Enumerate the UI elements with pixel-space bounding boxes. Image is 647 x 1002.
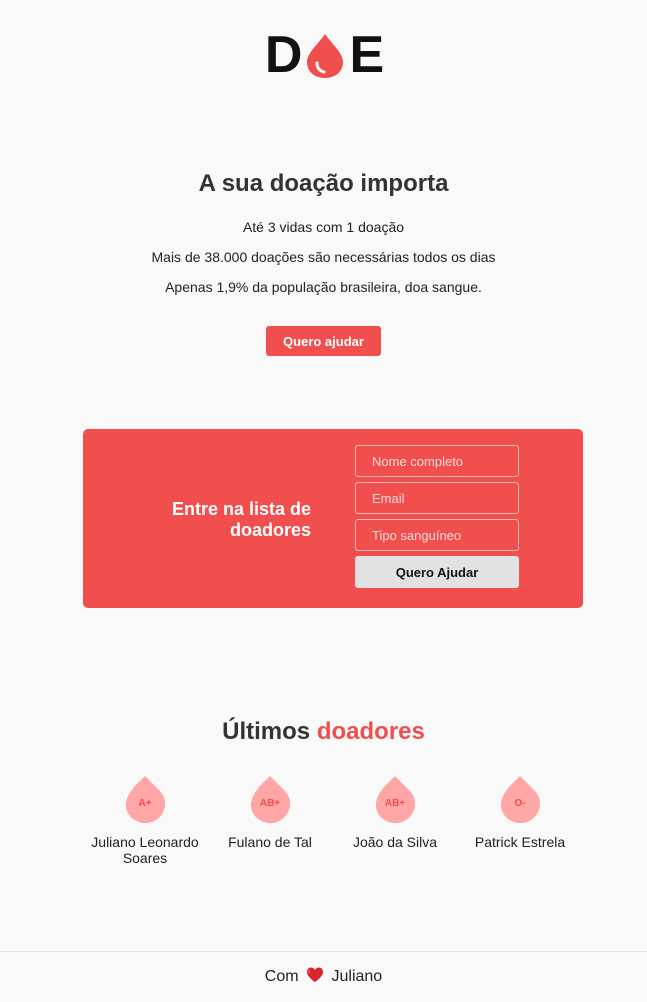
donor-name: João da Silva	[352, 834, 438, 850]
donor-signup-panel: Entre na lista de doadores Quero Ajudar	[83, 429, 583, 608]
logo[interactable]: D E	[264, 26, 384, 84]
logo-letter-d: D	[264, 26, 303, 84]
signup-title: Entre na lista de doadores	[171, 499, 311, 540]
donor-blood-type: AB+	[384, 798, 406, 809]
name-field[interactable]	[355, 445, 519, 477]
donors-section-title: Últimos doadores	[0, 718, 647, 746]
hero-title: A sua doação importa	[198, 170, 449, 197]
email-field[interactable]	[355, 482, 519, 514]
submit-donor-button[interactable]: Quero Ajudar	[355, 556, 519, 588]
blood-drop-icon: O-	[500, 776, 541, 824]
donor-card: O- Patrick Estrela	[460, 776, 580, 850]
donors-title-plain: Últimos	[222, 717, 311, 745]
footer-prefix: Com	[264, 968, 299, 985]
signup-form: Quero Ajudar	[355, 445, 519, 588]
donor-name: Patrick Estrela	[474, 834, 566, 850]
blood-type-field[interactable]	[355, 519, 519, 551]
donor-blood-type: O-	[514, 798, 526, 809]
donor-card: AB+ João da Silva	[335, 776, 455, 850]
hero-line-3: Apenas 1,9% da população brasileira, doa…	[165, 279, 482, 295]
donor-blood-type: AB+	[259, 798, 281, 809]
blood-drop-icon: AB+	[250, 776, 291, 824]
site-header: D E	[0, 26, 647, 84]
blood-drop-icon: A+	[125, 776, 166, 824]
blood-drop-logo-icon	[307, 34, 344, 78]
hero-line-2: Mais de 38.000 doações são necessárias t…	[151, 249, 496, 265]
donor-name: Fulano de Tal	[228, 834, 312, 850]
quero-ajudar-button[interactable]: Quero ajudar	[266, 326, 381, 356]
hero-line-1: Até 3 vidas com 1 doação	[242, 219, 405, 235]
heart-icon	[307, 967, 324, 982]
donor-card: A+ Juliano Leonardo Soares	[85, 776, 205, 866]
donor-blood-type: A+	[138, 798, 152, 809]
logo-letter-e: E	[349, 26, 384, 84]
donor-name: Juliano Leonardo Soares	[91, 834, 199, 866]
footer-suffix: Juliano	[331, 968, 383, 985]
donor-card: AB+ Fulano de Tal	[210, 776, 330, 850]
donors-title-accent: doadores	[316, 717, 425, 745]
site-footer: Com Juliano	[0, 951, 647, 1000]
hero-section: A sua doação importa Até 3 vidas com 1 d…	[0, 170, 647, 356]
blood-drop-icon: AB+	[375, 776, 416, 824]
